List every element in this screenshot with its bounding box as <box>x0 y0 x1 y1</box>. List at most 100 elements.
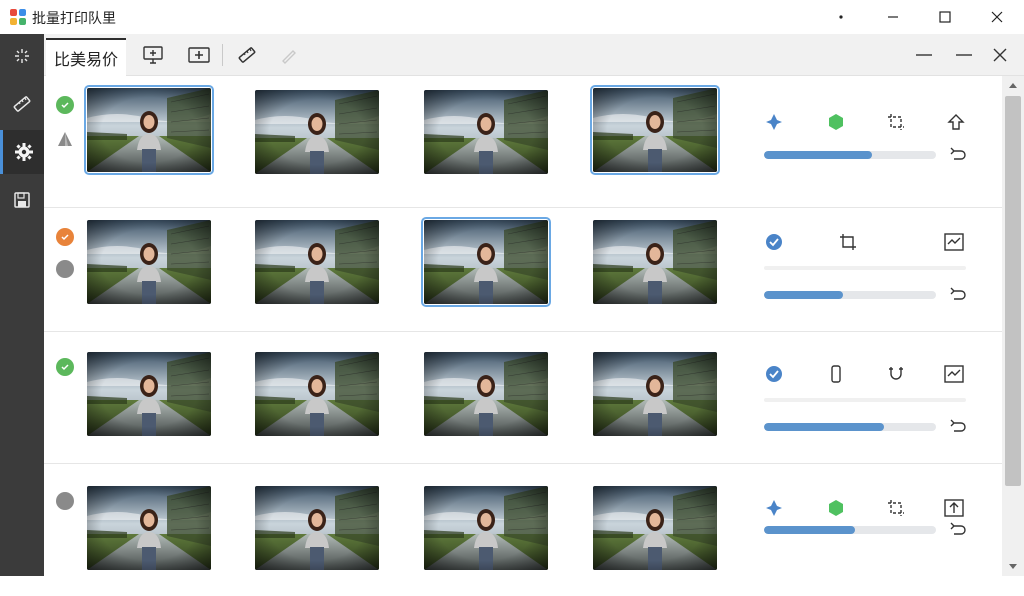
toolbar-minimize-button[interactable] <box>946 40 982 70</box>
divider-track <box>764 266 966 270</box>
pen-button[interactable] <box>274 40 304 70</box>
progress-fill <box>764 423 885 431</box>
screen-add-button[interactable] <box>184 40 214 70</box>
crop-button[interactable] <box>884 110 908 134</box>
neutral-status-icon <box>56 492 74 510</box>
sidebar-item-settings[interactable] <box>0 130 44 174</box>
pin-icon <box>766 500 782 516</box>
magnet-icon <box>889 367 903 380</box>
undo-button[interactable] <box>946 415 970 439</box>
success-status-icon <box>56 96 74 114</box>
sparkle-icon <box>15 49 29 63</box>
photo-thumbnail[interactable] <box>255 352 379 436</box>
check-icon <box>61 364 69 371</box>
vertical-scrollbar[interactable] <box>1002 76 1024 576</box>
title-bar: 批量打印队里 <box>0 0 1024 34</box>
hexagon-button[interactable] <box>824 110 848 134</box>
queue-list <box>44 76 1002 576</box>
tab-active[interactable]: 比美易价 <box>46 38 127 76</box>
photo-thumbnail[interactable] <box>87 220 211 304</box>
undo-icon <box>950 147 966 160</box>
close-button[interactable] <box>972 0 1022 34</box>
photo-thumbnail[interactable] <box>87 352 211 436</box>
sidebar-item-measure[interactable] <box>0 82 44 126</box>
crop-button[interactable] <box>884 496 908 520</box>
queue-row <box>44 200 1002 332</box>
check-button[interactable] <box>762 230 786 254</box>
progress-bar <box>764 291 936 299</box>
neutral-status-icon <box>56 260 74 278</box>
photo-thumbnail[interactable] <box>421 217 551 307</box>
minimize-icon <box>888 16 898 18</box>
window-menu-button[interactable] <box>816 0 866 34</box>
phone-button[interactable] <box>824 362 848 386</box>
scroll-down-button[interactable] <box>1002 558 1024 576</box>
crop-icon <box>840 234 856 250</box>
photo-thumbnail[interactable] <box>87 486 211 570</box>
chevron-up-icon <box>1009 83 1017 88</box>
monitor-add-button[interactable] <box>138 40 168 70</box>
success-status-icon <box>56 358 74 376</box>
photo-thumbnail[interactable] <box>424 486 548 570</box>
photo-thumbnail[interactable] <box>590 85 720 175</box>
toolbar-dash-button[interactable] <box>906 40 942 70</box>
sidebar-item-save[interactable] <box>0 178 44 222</box>
toolbar: 比美易价 <box>44 34 1024 76</box>
magnet-button[interactable] <box>884 362 908 386</box>
app-logo-icon <box>10 9 26 25</box>
measure-button[interactable] <box>232 40 262 70</box>
photo-thumbnail[interactable] <box>593 352 717 436</box>
hexagon-icon <box>829 500 843 516</box>
scroll-up-button[interactable] <box>1002 76 1024 94</box>
photo-thumbnail[interactable] <box>255 220 379 304</box>
chart-icon <box>944 365 964 383</box>
chart-button[interactable] <box>942 362 966 386</box>
monitor-add-icon <box>143 46 163 64</box>
photo-thumbnail[interactable] <box>255 90 379 174</box>
phone-icon <box>831 365 841 383</box>
maximize-icon <box>939 11 951 23</box>
upload-icon <box>947 114 965 130</box>
upload-box-icon <box>944 499 964 517</box>
undo-button[interactable] <box>946 283 970 307</box>
pin-button[interactable] <box>762 110 786 134</box>
photo-thumbnail[interactable] <box>593 220 717 304</box>
photo-thumbnail[interactable] <box>255 486 379 570</box>
sidebar-item-effects[interactable] <box>0 34 44 78</box>
scroll-thumb[interactable] <box>1005 96 1021 486</box>
ruler-icon <box>238 47 256 63</box>
minimize-button[interactable] <box>868 0 918 34</box>
hexagon-button[interactable] <box>824 496 848 520</box>
queue-row <box>44 464 1002 596</box>
upload-box-button[interactable] <box>942 496 966 520</box>
close-icon <box>991 11 1003 23</box>
undo-button[interactable] <box>946 143 970 167</box>
undo-icon <box>950 522 966 535</box>
screen-add-icon <box>188 47 210 63</box>
dash-icon <box>916 54 932 56</box>
photo-thumbnail[interactable] <box>424 352 548 436</box>
divider-track <box>764 398 966 402</box>
crop-icon <box>888 500 904 516</box>
progress-bar <box>764 423 936 431</box>
hexagon-icon <box>829 114 843 130</box>
ruler-icon <box>13 96 31 112</box>
maximize-button[interactable] <box>920 0 970 34</box>
pin-button[interactable] <box>762 496 786 520</box>
photo-thumbnail[interactable] <box>84 85 214 175</box>
undo-icon <box>950 419 966 432</box>
crop-button[interactable] <box>836 230 860 254</box>
chart-button[interactable] <box>942 230 966 254</box>
toolbar-close-button[interactable] <box>982 40 1018 70</box>
crop-icon <box>888 114 904 130</box>
photo-thumbnail[interactable] <box>593 486 717 570</box>
sidebar <box>0 34 44 576</box>
photo-thumbnail[interactable] <box>424 90 548 174</box>
close-icon <box>993 48 1007 62</box>
chevron-down-icon <box>1009 564 1017 569</box>
save-icon <box>14 192 30 208</box>
check-button[interactable] <box>762 362 786 386</box>
upload-button[interactable] <box>944 110 968 134</box>
check-icon <box>61 234 69 241</box>
undo-button[interactable] <box>946 518 970 542</box>
